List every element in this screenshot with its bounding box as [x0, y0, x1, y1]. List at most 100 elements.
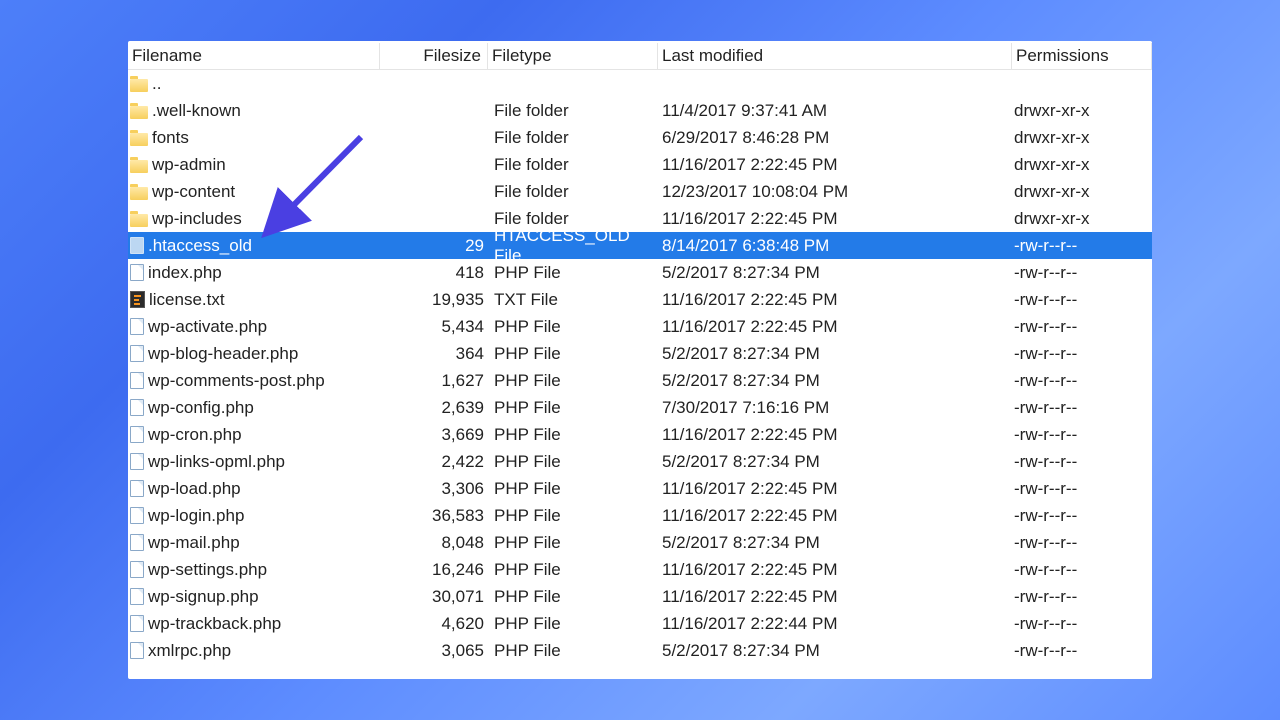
file-permissions: -rw-r--r--: [1014, 556, 1152, 583]
file-type: PHP File: [490, 313, 660, 340]
file-permissions: -rw-r--r--: [1014, 394, 1152, 421]
file-permissions: -rw-r--r--: [1014, 286, 1152, 313]
file-row[interactable]: wp-comments-post.php1,627PHP File5/2/201…: [128, 367, 1152, 394]
file-size: [382, 97, 490, 124]
file-permissions: -rw-r--r--: [1014, 583, 1152, 610]
file-row[interactable]: wp-trackback.php4,620PHP File11/16/2017 …: [128, 610, 1152, 637]
file-name: wp-cron.php: [148, 425, 242, 445]
file-row[interactable]: wp-login.php36,583PHP File11/16/2017 2:2…: [128, 502, 1152, 529]
file-name: wp-load.php: [148, 479, 241, 499]
file-size: 30,071: [382, 583, 490, 610]
file-modified: 5/2/2017 8:27:34 PM: [660, 529, 1014, 556]
txt-icon: [130, 291, 145, 308]
file-permissions: -rw-r--r--: [1014, 610, 1152, 637]
file-type: [490, 70, 660, 97]
file-row[interactable]: license.txt19,935TXT File11/16/2017 2:22…: [128, 286, 1152, 313]
file-name: wp-login.php: [148, 506, 244, 526]
file-name: wp-includes: [152, 209, 242, 229]
file-row[interactable]: wp-cron.php3,669PHP File11/16/2017 2:22:…: [128, 421, 1152, 448]
file-name: ..: [152, 74, 161, 94]
column-header-filetype[interactable]: Filetype: [488, 43, 658, 70]
file-size: 364: [382, 340, 490, 367]
file-list[interactable]: ...well-knownFile folder11/4/2017 9:37:4…: [128, 70, 1152, 664]
file-type: HTACCESS_OLD File: [490, 232, 660, 259]
file-size: 418: [382, 259, 490, 286]
file-size: 2,639: [382, 394, 490, 421]
file-name: .well-known: [152, 101, 241, 121]
file-row[interactable]: wp-load.php3,306PHP File11/16/2017 2:22:…: [128, 475, 1152, 502]
file-type: PHP File: [490, 259, 660, 286]
file-row[interactable]: wp-blog-header.php364PHP File5/2/2017 8:…: [128, 340, 1152, 367]
file-modified: 11/16/2017 2:22:45 PM: [660, 286, 1014, 313]
file-row[interactable]: fontsFile folder6/29/2017 8:46:28 PMdrwx…: [128, 124, 1152, 151]
file-size: 8,048: [382, 529, 490, 556]
file-icon: [130, 534, 144, 551]
file-row[interactable]: wp-settings.php16,246PHP File11/16/2017 …: [128, 556, 1152, 583]
file-modified: 5/2/2017 8:27:34 PM: [660, 448, 1014, 475]
file-modified: 5/2/2017 8:27:34 PM: [660, 340, 1014, 367]
file-modified: 5/2/2017 8:27:34 PM: [660, 367, 1014, 394]
file-size: 3,065: [382, 637, 490, 664]
file-row[interactable]: wp-adminFile folder11/16/2017 2:22:45 PM…: [128, 151, 1152, 178]
file-name: license.txt: [149, 290, 225, 310]
file-row[interactable]: .htaccess_old29HTACCESS_OLD File8/14/201…: [128, 232, 1152, 259]
file-row[interactable]: wp-config.php2,639PHP File7/30/2017 7:16…: [128, 394, 1152, 421]
file-name: wp-trackback.php: [148, 614, 281, 634]
file-modified: 5/2/2017 8:27:34 PM: [660, 637, 1014, 664]
file-icon: [130, 426, 144, 443]
file-permissions: -rw-r--r--: [1014, 340, 1152, 367]
file-type: TXT File: [490, 286, 660, 313]
file-type: PHP File: [490, 637, 660, 664]
file-modified: 5/2/2017 8:27:34 PM: [660, 259, 1014, 286]
file-permissions: -rw-r--r--: [1014, 475, 1152, 502]
file-icon: [130, 345, 144, 362]
file-row[interactable]: wp-contentFile folder12/23/2017 10:08:04…: [128, 178, 1152, 205]
file-permissions: drwxr-xr-x: [1014, 151, 1152, 178]
file-icon: [130, 588, 144, 605]
file-icon: [130, 642, 144, 659]
file-type: PHP File: [490, 502, 660, 529]
file-type: PHP File: [490, 556, 660, 583]
file-row[interactable]: .well-knownFile folder11/4/2017 9:37:41 …: [128, 97, 1152, 124]
file-name: .htaccess_old: [148, 236, 252, 256]
file-type: PHP File: [490, 529, 660, 556]
file-row[interactable]: wp-activate.php5,434PHP File11/16/2017 2…: [128, 313, 1152, 340]
file-modified: 11/16/2017 2:22:45 PM: [660, 205, 1014, 232]
file-modified: [660, 70, 1014, 97]
file-icon: [130, 399, 144, 416]
file-size: 2,422: [382, 448, 490, 475]
file-name: wp-comments-post.php: [148, 371, 325, 391]
column-header-filesize[interactable]: Filesize: [380, 43, 488, 70]
file-row[interactable]: xmlrpc.php3,065PHP File5/2/2017 8:27:34 …: [128, 637, 1152, 664]
column-header-last-modified[interactable]: Last modified: [658, 43, 1012, 70]
file-size: 3,306: [382, 475, 490, 502]
file-row[interactable]: wp-signup.php30,071PHP File11/16/2017 2:…: [128, 583, 1152, 610]
file-size: [382, 70, 490, 97]
file-name: index.php: [148, 263, 222, 283]
file-icon: [130, 480, 144, 497]
column-header-filename[interactable]: Filename: [128, 43, 380, 70]
file-row[interactable]: index.php418PHP File5/2/2017 8:27:34 PM-…: [128, 259, 1152, 286]
file-type: File folder: [490, 151, 660, 178]
file-name: wp-config.php: [148, 398, 254, 418]
file-modified: 7/30/2017 7:16:16 PM: [660, 394, 1014, 421]
file-type: PHP File: [490, 367, 660, 394]
file-permissions: -rw-r--r--: [1014, 421, 1152, 448]
file-permissions: [1014, 70, 1152, 97]
file-size: [382, 178, 490, 205]
file-size: 4,620: [382, 610, 490, 637]
folder-icon: [130, 160, 148, 173]
file-permissions: drwxr-xr-x: [1014, 124, 1152, 151]
file-size: 29: [382, 232, 490, 259]
file-row[interactable]: wp-mail.php8,048PHP File5/2/2017 8:27:34…: [128, 529, 1152, 556]
file-row[interactable]: wp-links-opml.php2,422PHP File5/2/2017 8…: [128, 448, 1152, 475]
file-size: 3,669: [382, 421, 490, 448]
file-permissions: -rw-r--r--: [1014, 529, 1152, 556]
folder-icon: [130, 106, 148, 119]
file-row[interactable]: ..: [128, 70, 1152, 97]
column-header-permissions[interactable]: Permissions: [1012, 43, 1152, 70]
file-type: File folder: [490, 124, 660, 151]
file-modified: 11/16/2017 2:22:45 PM: [660, 151, 1014, 178]
file-icon: [130, 264, 144, 281]
file-type: File folder: [490, 97, 660, 124]
